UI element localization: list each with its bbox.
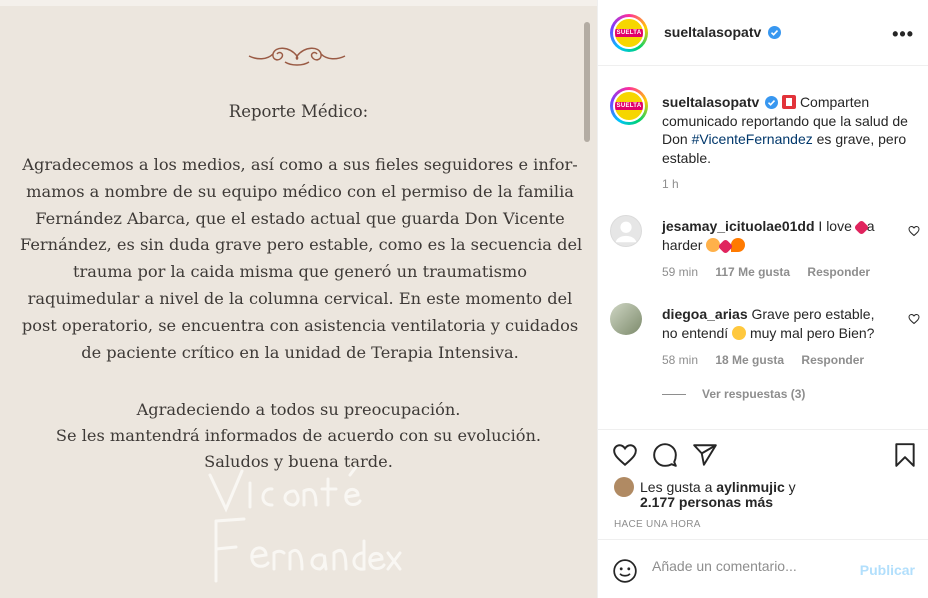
- caption-hashtag[interactable]: #VicenteFernandez: [692, 131, 813, 147]
- comment-body: I love: [818, 218, 852, 234]
- comment-icon[interactable]: [652, 442, 678, 468]
- post-actions: Les gusta a aylinmujic y 2.177 personas …: [598, 429, 928, 539]
- comment-meta: 58 min 18 Me gusta Responder: [662, 353, 878, 367]
- comment-text: jesamay_icituolae01dd I love a harder: [662, 217, 892, 254]
- avatar-text: SUELTA: [615, 29, 643, 37]
- avatar[interactable]: SUELTA: [610, 14, 648, 52]
- comment-item: jesamay_icituolae01dd I love a harder 59…: [610, 215, 920, 285]
- heart-icon[interactable]: [612, 442, 638, 468]
- verified-icon: [765, 96, 779, 109]
- post-header: SUELTA sueltalasopatv •••: [598, 0, 928, 66]
- comment-likes[interactable]: 117 Me gusta: [715, 265, 790, 279]
- heart-icon[interactable]: [908, 313, 920, 325]
- comment-meta: 59 min 117 Me gusta Responder: [662, 265, 884, 279]
- avatar-image: SUELTA: [613, 17, 645, 49]
- user-placeholder-icon: [615, 221, 637, 243]
- comment-avatar[interactable]: [610, 303, 642, 335]
- document-line: post operatorio, se encuentra con asiste…: [21, 315, 579, 335]
- comment-item: diegoa_arias Grave pero estable, no ente…: [610, 303, 920, 373]
- document-line: Fernández, es sin duda grave pero establ…: [20, 235, 583, 255]
- post-image[interactable]: Reporte Médico: Agradecemos a los medios…: [0, 0, 597, 598]
- document-line: Fernández Abarca, que el estado actual q…: [35, 208, 565, 228]
- share-icon[interactable]: [692, 442, 718, 468]
- document-line: mamos a nombre de su equipo médico con e…: [26, 181, 574, 201]
- comment-text: diegoa_arias Grave pero estable, no ente…: [662, 305, 892, 342]
- comments-list: SUELTA sueltalasopatv Comparten comunica…: [598, 67, 928, 429]
- verified-icon: [767, 26, 781, 39]
- comment-likes[interactable]: 18 Me gusta: [715, 353, 784, 367]
- liked-by-prefix: Les gusta a: [640, 479, 717, 495]
- document-body: Agradecemos a los medios, así como a sus…: [20, 152, 583, 366]
- comment-time[interactable]: 58 min: [662, 353, 698, 367]
- reply-button[interactable]: Responder: [801, 353, 864, 367]
- avatar-image: SUELTA: [613, 90, 645, 122]
- siren-icon: [782, 95, 797, 109]
- comment-username[interactable]: jesamay_icituolae01dd: [662, 218, 815, 234]
- comment-body-end: muy mal pero Bien?: [749, 324, 875, 341]
- caption-time[interactable]: 1 h: [662, 177, 679, 191]
- document-title: Reporte Médico:: [228, 102, 369, 121]
- caption: sueltalasopatv Comparten comunicado repo…: [662, 93, 920, 167]
- comment-username[interactable]: diegoa_arias: [662, 306, 748, 322]
- document-line: Agradecemos a los medios, así como a sus…: [22, 155, 578, 174]
- comment-composer: Publicar: [598, 539, 928, 598]
- liked-by-user[interactable]: aylinmujic: [716, 479, 784, 495]
- emoji-icon[interactable]: [612, 558, 638, 584]
- comment-time[interactable]: 59 min: [662, 265, 698, 279]
- comment-input[interactable]: [652, 558, 852, 574]
- document-line: trauma por la caida misma que generó un …: [73, 262, 527, 282]
- signature: [208, 465, 402, 583]
- post-timestamp[interactable]: HACE UNA HORA: [614, 519, 701, 530]
- fire-emoji-icon: [731, 237, 746, 252]
- post-sidebar: SUELTA sueltalasopatv ••• SUELTA sueltal…: [597, 0, 928, 598]
- reply-button[interactable]: Responder: [807, 265, 870, 279]
- likes-count[interactable]: 2.177 personas más: [640, 494, 773, 510]
- view-replies-button[interactable]: Ver respuestas (3): [662, 387, 805, 401]
- document-line: de paciente crítico en la unidad de Tera…: [81, 342, 519, 362]
- caption-avatar[interactable]: SUELTA: [610, 87, 648, 125]
- liker-avatar[interactable]: [614, 477, 634, 497]
- header-username[interactable]: sueltalasopatv: [664, 24, 761, 40]
- caption-username[interactable]: sueltalasopatv: [662, 94, 759, 110]
- ornament-icon: [248, 47, 346, 66]
- heart-icon[interactable]: [908, 225, 920, 237]
- closing-line: Agradeciendo a todos su preocupación.: [136, 400, 461, 419]
- closing-line: Se les mantendrá informados de acuerdo c…: [55, 426, 542, 445]
- publish-button[interactable]: Publicar: [860, 562, 915, 578]
- liked-by-suffix: y: [784, 479, 796, 495]
- save-icon[interactable]: [892, 442, 918, 468]
- avatar-text: SUELTA: [615, 102, 643, 110]
- comment-avatar[interactable]: [610, 215, 642, 247]
- scrollbar[interactable]: [584, 22, 590, 142]
- document-line: raquimedular a nivel de la columna cervi…: [27, 288, 573, 308]
- surprised-emoji-icon: [732, 325, 747, 340]
- more-icon[interactable]: •••: [892, 24, 914, 45]
